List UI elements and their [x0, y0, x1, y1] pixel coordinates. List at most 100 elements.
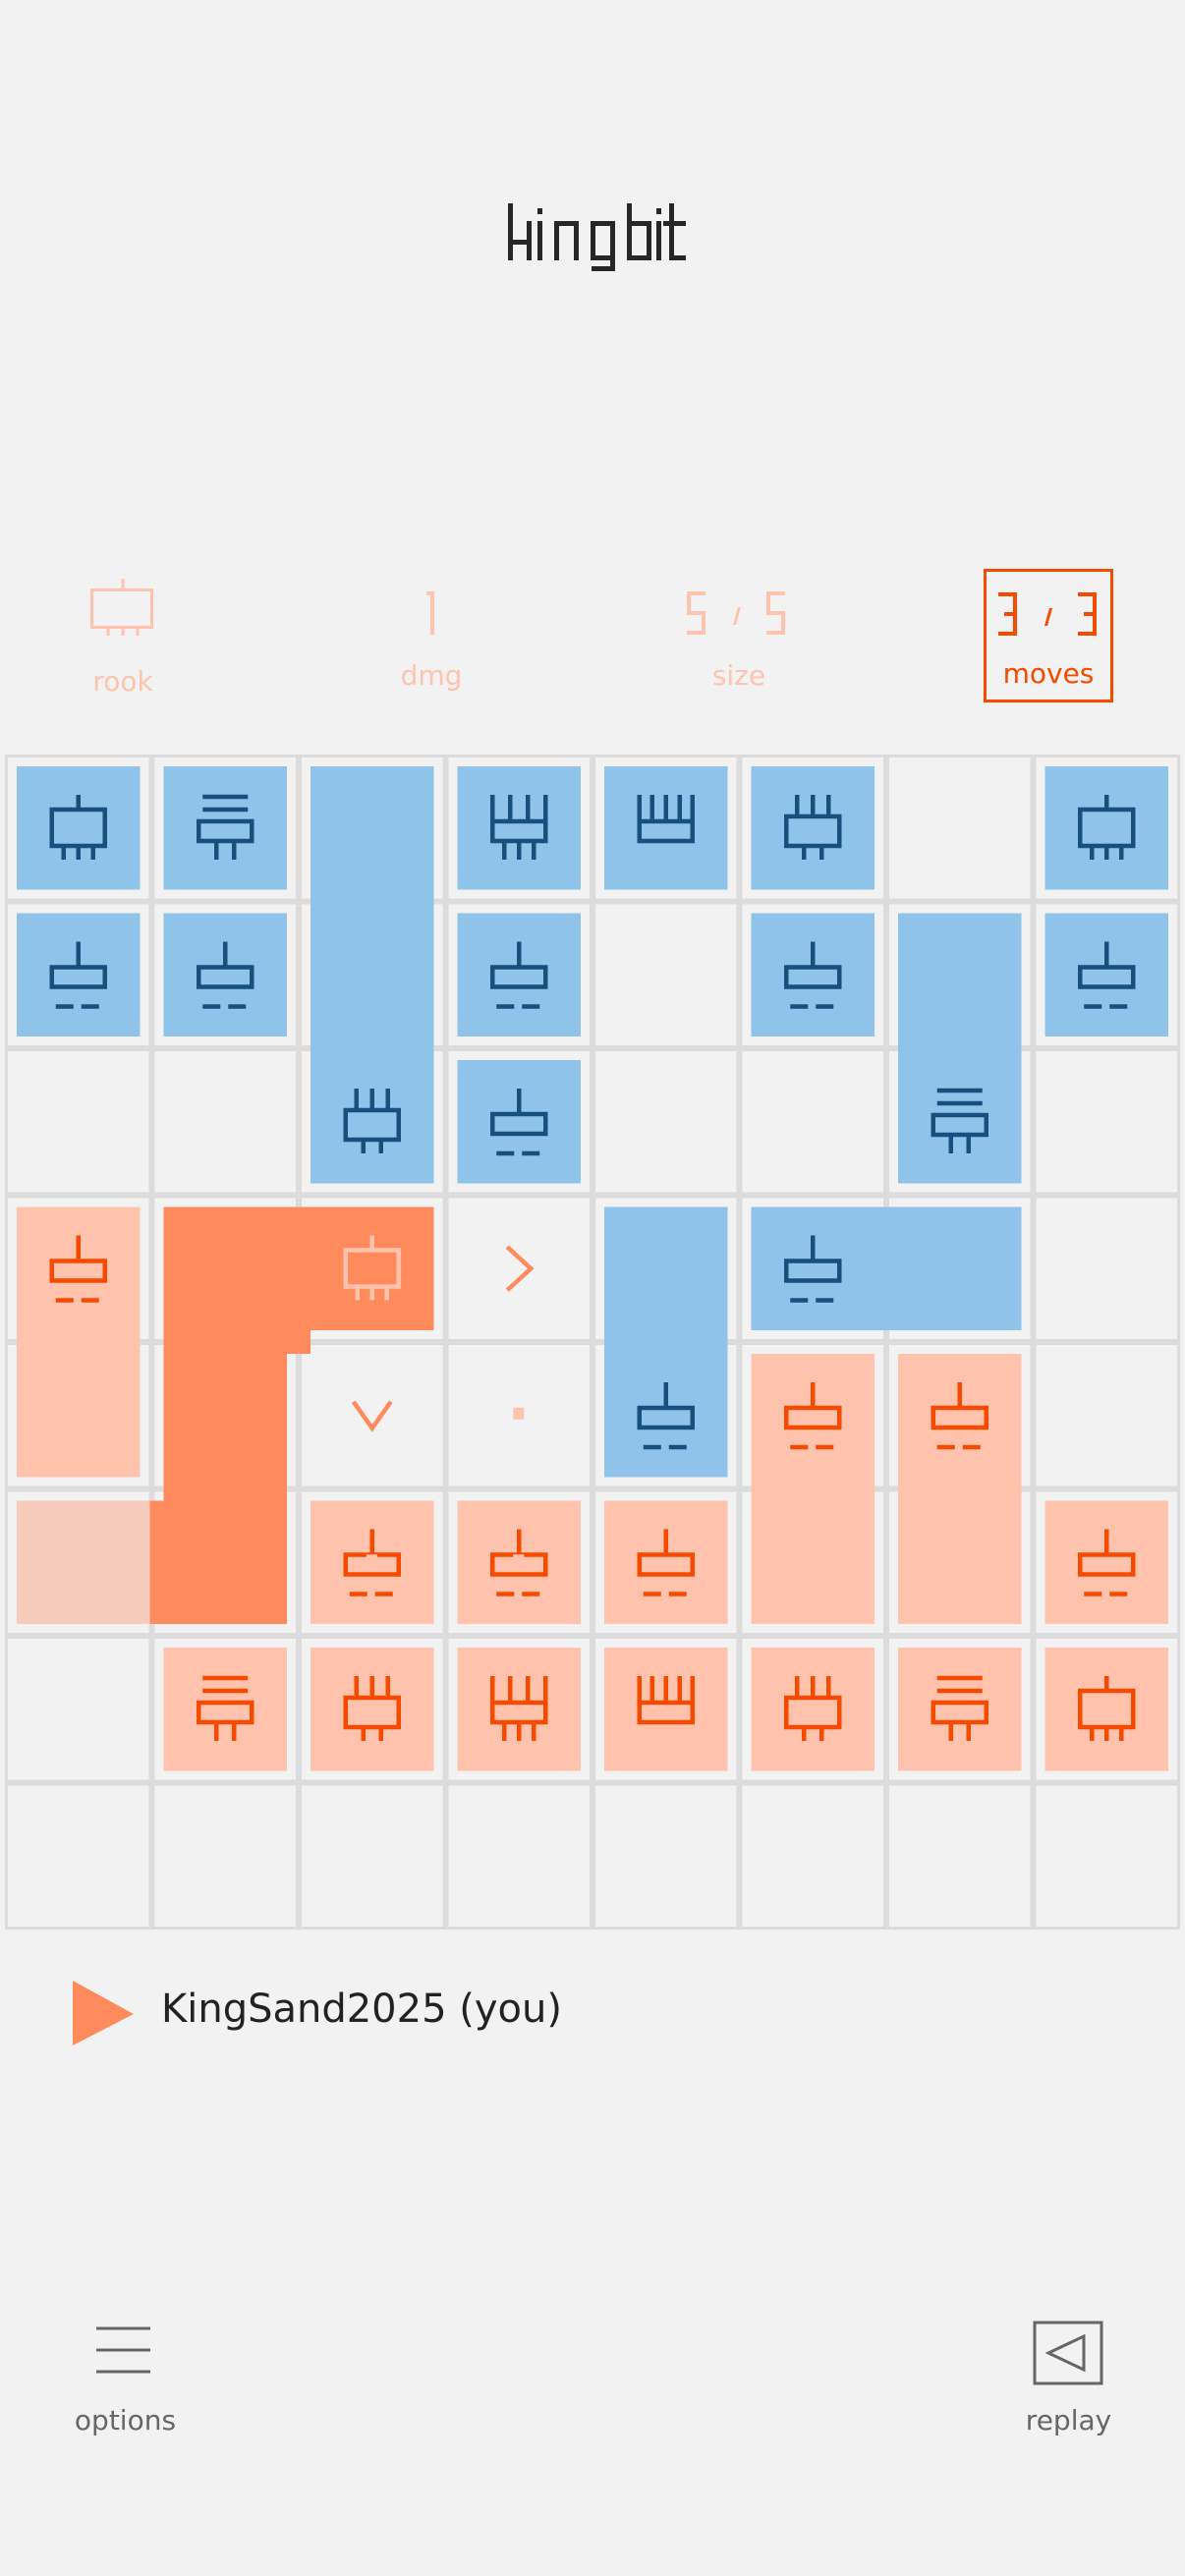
kingbit-logo: [508, 203, 686, 271]
board-cell[interactable]: [1033, 1342, 1180, 1489]
piece-blue-pawn[interactable]: [457, 1060, 582, 1184]
piece-body[interactable]: [457, 913, 582, 1037]
piece-blue-pawn[interactable]: [17, 913, 141, 1037]
board-cell[interactable]: [5, 1782, 152, 1930]
board-cell[interactable]: [592, 1782, 740, 1930]
piece-body[interactable]: [457, 766, 582, 890]
board-cell[interactable]: [5, 1636, 152, 1783]
selected-piece-segment: [149, 1500, 164, 1624]
board-cell[interactable]: [739, 1782, 886, 1930]
game-board[interactable]: [5, 755, 1180, 1930]
board-cell[interactable]: [886, 1782, 1034, 1930]
piece-body[interactable]: [1044, 913, 1169, 1037]
piece-blue-comb[interactable]: [457, 766, 582, 890]
size-label: size: [711, 659, 766, 692]
piece-blue-pawn[interactable]: [751, 1206, 1022, 1331]
board-cell[interactable]: [592, 901, 740, 1048]
piece-orange-pawn[interactable]: [751, 1354, 875, 1624]
piece-blue-pawn[interactable]: [604, 1206, 728, 1478]
piece-orange-comb[interactable]: [457, 1648, 582, 1771]
piece-orange-bishop[interactable]: [751, 1648, 875, 1771]
board-cell[interactable]: [445, 1195, 592, 1342]
piece-body[interactable]: [310, 1648, 434, 1771]
board-cell[interactable]: [445, 1782, 592, 1930]
options-label: options: [74, 2404, 177, 2436]
piece-orange-queen[interactable]: [163, 1648, 288, 1771]
replay-button[interactable]: replay: [1002, 2304, 1135, 2441]
board-cell[interactable]: [739, 1048, 886, 1196]
king-piece-icon: [90, 579, 153, 636]
move-target-dot[interactable]: [513, 1407, 525, 1420]
board-cell[interactable]: [5, 1048, 152, 1196]
piece-body[interactable]: [1044, 766, 1169, 890]
moves-value: [998, 592, 1097, 636]
board-cell[interactable]: [151, 1048, 299, 1196]
app-title: [0, 192, 1185, 290]
size-value: [687, 591, 785, 635]
play-triangle-icon: [73, 1981, 134, 2045]
player-name: KingSand2025 (you): [161, 1987, 562, 2032]
piece-body[interactable]: [17, 913, 141, 1037]
piece-body[interactable]: [457, 1648, 582, 1771]
board-cell[interactable]: [1033, 1195, 1180, 1342]
piece-blue-pawn[interactable]: [457, 913, 582, 1037]
dmg-value-digit: [426, 591, 434, 635]
piece-body[interactable]: [898, 1648, 1022, 1771]
piece-body[interactable]: [751, 1648, 875, 1771]
piece-body[interactable]: [457, 1060, 582, 1184]
board-cell[interactable]: [1033, 1048, 1180, 1196]
move-trail-cell: [17, 1500, 152, 1624]
move-target-dot[interactable]: [513, 1554, 525, 1567]
piece-blue-crown[interactable]: [604, 766, 728, 890]
piece-blue-pawn[interactable]: [163, 913, 288, 1037]
piece-body[interactable]: [163, 1648, 288, 1771]
piece-blue-bishop[interactable]: [310, 766, 434, 1184]
selected-piece-segment[interactable]: [163, 1477, 288, 1625]
piece-orange-pawn[interactable]: [17, 1206, 141, 1478]
piece-blue-pawn[interactable]: [1044, 913, 1169, 1037]
piece-body[interactable]: [751, 1206, 1022, 1331]
options-button[interactable]: options: [39, 2304, 211, 2441]
piece-body[interactable]: [17, 766, 141, 890]
piece-body[interactable]: [163, 766, 288, 890]
selected-piece-segment[interactable]: [163, 1330, 288, 1501]
replay-label: replay: [1025, 2404, 1112, 2436]
piece-blue-queen[interactable]: [163, 766, 288, 890]
piece-blue-king[interactable]: [17, 766, 141, 890]
piece-orange-crown[interactable]: [604, 1648, 728, 1771]
piece-body[interactable]: [751, 766, 875, 890]
piece-blue-bishop[interactable]: [751, 766, 875, 890]
selected-piece-segment[interactable]: [287, 1206, 434, 1331]
piece-orange-pawn[interactable]: [604, 1500, 728, 1625]
move-target-dot[interactable]: [366, 1554, 377, 1567]
piece-body[interactable]: [163, 913, 288, 1037]
dmg-label: dmg: [400, 659, 463, 692]
board-cell[interactable]: [299, 1782, 446, 1930]
board-cell[interactable]: [886, 755, 1034, 902]
piece-orange-queen[interactable]: [898, 1648, 1022, 1771]
piece-body[interactable]: [1044, 1648, 1169, 1771]
replay-icon: [1033, 2321, 1103, 2385]
board-cell[interactable]: [592, 1048, 740, 1196]
piece-orange-pawn[interactable]: [1044, 1500, 1169, 1625]
piece-orange-bishop[interactable]: [310, 1648, 434, 1771]
piece-blue-pawn[interactable]: [751, 913, 875, 1037]
piece-blue-queen[interactable]: [898, 913, 1022, 1184]
piece-body[interactable]: [604, 1648, 728, 1771]
piece-body[interactable]: [1044, 1500, 1169, 1625]
board-cell[interactable]: [151, 1782, 299, 1930]
piece-body[interactable]: [898, 913, 1022, 1184]
piece-orange-pawn[interactable]: [898, 1354, 1022, 1624]
board-cell[interactable]: [1033, 1782, 1180, 1930]
piece-body[interactable]: [604, 766, 728, 890]
piece-body[interactable]: [604, 1500, 728, 1625]
menu-icon: [96, 2326, 150, 2374]
moves-label: moves: [1002, 657, 1095, 690]
piece-body[interactable]: [751, 913, 875, 1037]
board-cell[interactable]: [299, 1342, 446, 1489]
piece-body[interactable]: [310, 766, 434, 1184]
piece-orange-king[interactable]: [1044, 1648, 1169, 1771]
piece-body[interactable]: [604, 1206, 728, 1478]
stat-moves: 3 moves: [984, 569, 1113, 702]
piece-blue-king[interactable]: [1044, 766, 1169, 890]
